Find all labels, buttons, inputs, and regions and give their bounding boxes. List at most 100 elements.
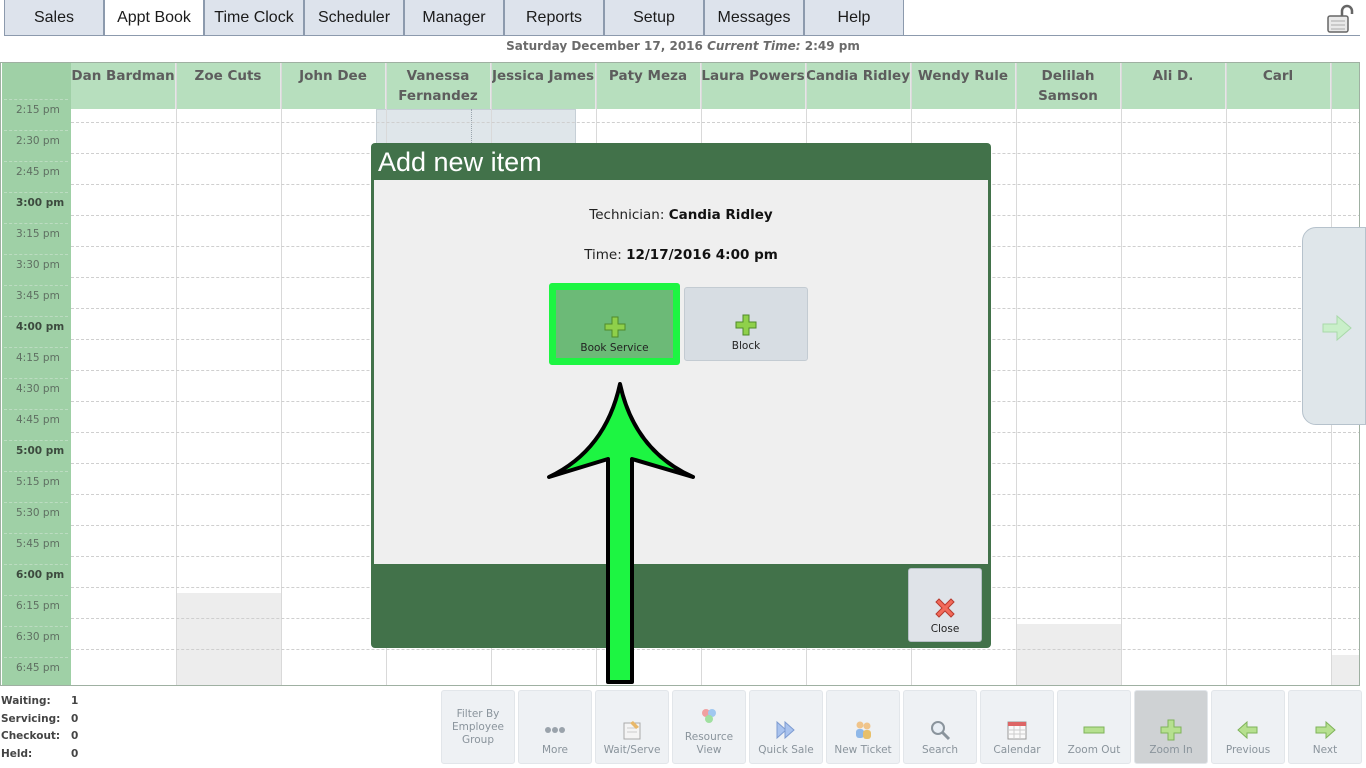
time-slot-label: 3:00 pm: [4, 192, 68, 223]
wait-serve-label: Wait/Serve: [603, 744, 661, 756]
block-button[interactable]: Block: [684, 287, 808, 361]
technician-column-header: Ali D.: [1121, 63, 1226, 109]
unavailable-block: [176, 593, 281, 685]
time-slot-label: 2:30 pm: [4, 130, 68, 161]
status-checkout: Checkout: 0: [1, 730, 79, 743]
bottom-toolbar: Filter By Employee Group More Wait/Serve…: [441, 690, 1365, 764]
app-window: Sales Appt Book Time Clock Scheduler Man…: [0, 0, 1366, 768]
technician-column-header: Vanessa Fernandez: [386, 63, 491, 109]
pointer-arrow-annotation: [547, 382, 695, 684]
fast-forward-icon: [776, 720, 795, 740]
tab-help[interactable]: Help: [804, 0, 904, 36]
tab-sales[interactable]: Sales: [4, 0, 104, 36]
time-slot-label: 4:00 pm: [4, 316, 68, 347]
filter-label: Filter By Employee Group: [451, 707, 504, 746]
time-label: Time:: [584, 247, 622, 263]
notepad-icon: [623, 721, 641, 740]
zoom-out-label: Zoom Out: [1067, 744, 1121, 756]
time-slot-label: 6:45 pm: [4, 657, 68, 685]
wait-serve-button[interactable]: Wait/Serve: [595, 690, 669, 764]
status-waiting: Waiting: 1: [1, 694, 79, 707]
main-tab-bar: Sales Appt Book Time Clock Scheduler Man…: [4, 0, 904, 36]
time-slot-label: 5:45 pm: [4, 533, 68, 564]
time-slot-label: 6:15 pm: [4, 595, 68, 626]
zoom-out-button[interactable]: Zoom Out: [1057, 690, 1131, 764]
right-arrow-icon: [1322, 314, 1352, 342]
time-line: Time: 12/17/2016 4:00 pm: [374, 247, 988, 263]
book-service-label: Book Service: [580, 342, 649, 354]
time-slot-label: 5:15 pm: [4, 471, 68, 502]
more-label: More: [541, 744, 569, 756]
tab-messages[interactable]: Messages: [704, 0, 804, 36]
status-held: Held: 0: [1, 747, 79, 760]
time-slot-label: 3:15 pm: [4, 223, 68, 254]
current-time: 2:49 pm: [804, 39, 860, 53]
close-button[interactable]: Close: [908, 568, 982, 642]
technician-column-header: Dan Bardman: [71, 63, 176, 109]
magnifier-icon: [931, 721, 951, 741]
scroll-right-panel[interactable]: [1302, 227, 1366, 425]
plus-icon: [1160, 719, 1182, 741]
plus-icon: [735, 314, 757, 336]
previous-button[interactable]: Previous: [1211, 690, 1285, 764]
tab-appt-book[interactable]: Appt Book: [104, 0, 204, 36]
technician-column-header: Laura Powers: [701, 63, 806, 109]
time-value: 12/17/2016 4:00 pm: [626, 247, 778, 263]
time-row-divider: [71, 122, 1359, 123]
tab-reports[interactable]: Reports: [504, 0, 604, 36]
technician-column-header: Jessica James: [491, 63, 596, 109]
search-button[interactable]: Search: [903, 690, 977, 764]
time-slot-label: 2:45 pm: [4, 161, 68, 192]
block-label: Block: [731, 340, 761, 352]
technician-column-header: Ed: [1331, 63, 1359, 109]
column-divider: [176, 63, 177, 685]
quick-sale-button[interactable]: Quick Sale: [749, 690, 823, 764]
time-slot-label: 3:30 pm: [4, 254, 68, 285]
column-divider: [1016, 63, 1017, 685]
dialog-title: Add new item: [378, 147, 542, 177]
calendar-icon: [1007, 721, 1027, 740]
resource-icon: [702, 709, 716, 723]
tab-scheduler[interactable]: Scheduler: [304, 0, 404, 36]
unavailable-block: [1331, 655, 1359, 685]
right-arrow-icon: [1315, 720, 1336, 740]
technician-column-header: Carl: [1226, 63, 1331, 109]
book-service-button[interactable]: Book Service: [549, 283, 680, 365]
column-divider: [1121, 63, 1122, 685]
unavailable-block: [1016, 624, 1121, 685]
zoom-in-button[interactable]: Zoom In: [1134, 690, 1208, 764]
next-button[interactable]: Next: [1288, 690, 1362, 764]
time-slot-label: 2:15 pm: [4, 99, 68, 130]
current-date-line: Saturday December 17, 2016 Current Time:…: [0, 39, 1366, 53]
tab-setup[interactable]: Setup: [604, 0, 704, 36]
queue-status: Waiting: 1 Servicing: 0 Checkout: 0 Held: 0: [1, 692, 121, 763]
new-ticket-button[interactable]: New Ticket: [826, 690, 900, 764]
technician-column-header: Paty Meza: [596, 63, 701, 109]
technician-column-header: Wendy Rule: [911, 63, 1016, 109]
calendar-button[interactable]: Calendar: [980, 690, 1054, 764]
minus-icon: [1083, 726, 1105, 734]
resource-view-button[interactable]: Resource View: [672, 690, 746, 764]
tab-time-clock[interactable]: Time Clock: [204, 0, 304, 36]
technician-header-row: Dan Bardman Zoe Cuts John Dee Vanessa Ferna…: [71, 63, 1359, 109]
calendar-label: Calendar: [993, 744, 1041, 756]
tab-manager[interactable]: Manager: [404, 0, 504, 36]
time-row-divider: [71, 649, 1359, 650]
filter-by-employee-group-button[interactable]: Filter By Employee Group: [441, 690, 515, 764]
close-icon: [935, 598, 955, 618]
lock-icon[interactable]: [1325, 4, 1355, 34]
current-date: Saturday December 17, 2016: [506, 39, 703, 53]
technician-label: Technician:: [589, 207, 665, 223]
dots-icon: [545, 727, 565, 733]
search-label: Search: [921, 744, 959, 756]
previous-label: Previous: [1225, 744, 1271, 756]
new-ticket-label: New Ticket: [834, 744, 892, 756]
time-slot-label: 4:30 pm: [4, 378, 68, 409]
technician-value: Candia Ridley: [668, 207, 773, 223]
more-button[interactable]: More: [518, 690, 592, 764]
time-slot-label: 5:00 pm: [4, 440, 68, 471]
technician-column-header: Zoe Cuts: [176, 63, 281, 109]
time-slot-label: 4:15 pm: [4, 347, 68, 378]
technician-column-header: Delilah Samson: [1016, 63, 1121, 109]
time-slot-label: 3:45 pm: [4, 285, 68, 316]
